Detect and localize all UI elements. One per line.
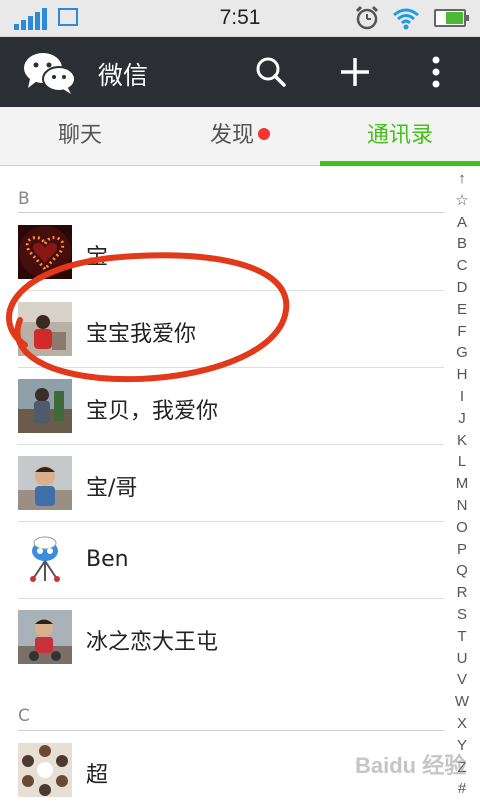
watermark: Baidu 经验 <box>355 753 467 778</box>
index-letter[interactable]: E <box>448 299 476 321</box>
index-letter[interactable]: J <box>448 408 476 430</box>
index-letter[interactable]: M <box>448 473 476 495</box>
index-letter[interactable]: D <box>448 277 476 299</box>
index-letter[interactable]: N <box>448 495 476 517</box>
active-tab-indicator <box>320 161 480 166</box>
contact-row[interactable]: 冰之恋大王屯 <box>0 599 444 676</box>
index-letter[interactable]: F <box>448 321 476 343</box>
index-letter[interactable]: W <box>448 691 476 713</box>
index-letter[interactable]: U <box>448 648 476 670</box>
avatar <box>18 379 72 433</box>
index-letter[interactable]: L <box>448 451 476 473</box>
avatar <box>18 302 72 356</box>
contact-name: 宝宝我爱你 <box>86 322 197 347</box>
status-bar: 7:51 <box>0 0 480 37</box>
contact-name: 冰之恋大王屯 <box>86 630 219 655</box>
contact-name: 宝贝，我爱你 <box>86 399 219 424</box>
index-letter[interactable]: R <box>448 582 476 604</box>
red-dot-badge <box>258 128 270 140</box>
index-letter[interactable]: C <box>448 255 476 277</box>
avatar <box>18 533 72 587</box>
section-divider <box>18 730 444 731</box>
alphabet-index-bar[interactable]: ↑ ☆ A B C D E F G H I J K L M N O P Q R S T U V W X Y Z # <box>448 168 476 800</box>
contact-row[interactable]: 宝宝我爱你 <box>0 291 444 368</box>
contact-row[interactable]: 宝 <box>0 214 444 291</box>
section-header-b: B <box>18 189 30 209</box>
alarm-icon <box>355 5 379 30</box>
contact-row[interactable]: 宝贝，我爱你 <box>0 368 444 445</box>
search-icon[interactable] <box>250 51 292 93</box>
avatar <box>18 610 72 664</box>
index-letter[interactable]: # <box>448 778 476 800</box>
section-header-c: C <box>18 706 30 726</box>
tab-discover[interactable]: 发现 <box>160 107 320 165</box>
tab-chats[interactable]: 聊天 <box>0 107 160 165</box>
index-letter[interactable]: I <box>448 386 476 408</box>
avatar <box>18 743 72 797</box>
index-letter[interactable]: G <box>448 342 476 364</box>
contact-row[interactable]: 宝/哥 <box>0 445 444 522</box>
index-letter[interactable]: Q <box>448 560 476 582</box>
battery-icon <box>434 9 469 27</box>
index-letter[interactable]: T <box>448 626 476 648</box>
index-letter[interactable]: V <box>448 669 476 691</box>
index-letter[interactable]: X <box>448 713 476 735</box>
wifi-icon <box>393 8 419 30</box>
contact-row[interactable]: Ben <box>0 522 444 599</box>
app-title: 微信 <box>98 61 149 90</box>
more-icon[interactable] <box>418 51 454 93</box>
contact-name: 宝 <box>86 245 109 270</box>
wechat-logo-icon <box>24 53 76 94</box>
contact-name: Ben <box>86 547 129 572</box>
index-letter[interactable]: ↑ <box>448 168 476 190</box>
index-letter[interactable]: ☆ <box>448 190 476 212</box>
contact-name: 超 <box>86 763 109 788</box>
index-letter[interactable]: P <box>448 539 476 561</box>
avatar <box>18 225 72 279</box>
tab-bar: 聊天 发现 通讯录 <box>0 107 480 166</box>
index-letter[interactable]: O <box>448 517 476 539</box>
avatar <box>18 456 72 510</box>
index-letter[interactable]: A <box>448 212 476 234</box>
index-letter[interactable]: H <box>448 364 476 386</box>
section-divider <box>18 212 444 213</box>
index-letter[interactable]: S <box>448 604 476 626</box>
contact-name: 宝/哥 <box>86 476 138 501</box>
plus-icon[interactable] <box>334 51 376 93</box>
index-letter[interactable]: K <box>448 430 476 452</box>
tab-contacts[interactable]: 通讯录 <box>320 107 480 165</box>
index-letter[interactable]: B <box>448 233 476 255</box>
app-bar: 微信 <box>0 37 480 107</box>
